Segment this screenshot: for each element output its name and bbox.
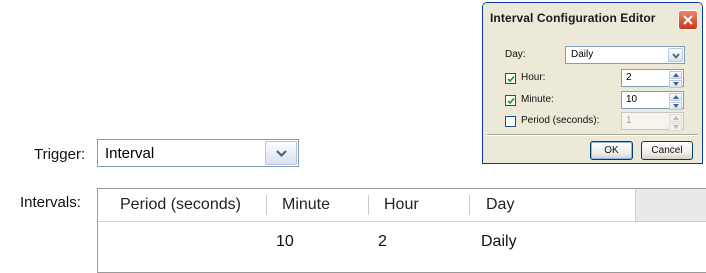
arrow-up-icon xyxy=(673,73,679,77)
spin-up-button[interactable] xyxy=(669,93,682,101)
trigger-dropdown-button[interactable] xyxy=(265,141,297,165)
chevron-down-icon xyxy=(672,53,680,59)
day-select[interactable]: Daily xyxy=(565,46,685,64)
checkmark-icon xyxy=(507,97,515,105)
minute-spin-buttons[interactable] xyxy=(669,93,682,110)
spin-up-button xyxy=(669,114,682,122)
intervals-table[interactable]: Period (seconds) Minute Hour Day 10 2 Da… xyxy=(97,188,706,273)
hour-checkbox[interactable] xyxy=(505,73,516,84)
minute-stepper[interactable]: 10 xyxy=(621,91,684,110)
period-value: 1 xyxy=(626,115,632,126)
cancel-button[interactable]: Cancel xyxy=(641,141,693,160)
day-dropdown-button[interactable] xyxy=(668,48,683,62)
cell-day: Daily xyxy=(481,233,517,250)
spin-up-button[interactable] xyxy=(669,71,682,79)
intervals-table-header: Period (seconds) Minute Hour Day xyxy=(98,189,706,222)
close-button[interactable] xyxy=(678,10,698,30)
minute-value: 10 xyxy=(626,94,638,105)
period-spin-buttons xyxy=(669,114,682,131)
trigger-label: Trigger: xyxy=(34,146,86,163)
interval-editor-dialog[interactable]: Interval Configuration Editor Day: Daily… xyxy=(482,2,703,164)
trigger-select-value: Interval xyxy=(105,145,155,162)
column-separator[interactable] xyxy=(469,195,470,215)
hour-label: Hour: xyxy=(521,72,546,83)
column-separator[interactable] xyxy=(266,195,267,215)
dialog-title: Interval Configuration Editor xyxy=(490,11,656,25)
spin-down-button[interactable] xyxy=(669,102,682,110)
hour-spin-buttons[interactable] xyxy=(669,71,682,88)
spin-down-button xyxy=(669,123,682,131)
intervals-label: Intervals: xyxy=(20,194,81,211)
arrow-down-icon xyxy=(673,82,679,86)
spin-down-button[interactable] xyxy=(669,80,682,88)
column-separator[interactable] xyxy=(368,195,369,215)
dialog-titlebar[interactable]: Interval Configuration Editor xyxy=(483,3,702,35)
trigger-select[interactable]: Interval xyxy=(97,139,299,167)
minute-label: Minute: xyxy=(521,94,554,105)
period-checkbox[interactable] xyxy=(505,116,516,127)
period-stepper: 1 xyxy=(621,112,684,131)
minute-checkbox[interactable] xyxy=(505,95,516,106)
cell-minute: 10 xyxy=(276,233,294,250)
arrow-down-icon xyxy=(673,104,679,108)
cell-hour: 2 xyxy=(378,233,387,250)
hour-stepper[interactable]: 2 xyxy=(621,69,684,88)
arrow-up-icon xyxy=(673,95,679,99)
dialog-divider xyxy=(487,134,698,136)
close-icon xyxy=(683,15,693,25)
ok-button[interactable]: OK xyxy=(590,141,633,160)
chevron-down-icon xyxy=(276,150,287,158)
arrow-up-icon xyxy=(673,116,679,120)
arrow-down-icon xyxy=(673,125,679,129)
hour-value: 2 xyxy=(626,72,632,83)
day-label: Day: xyxy=(505,49,526,60)
header-filler xyxy=(635,189,706,221)
checkmark-icon xyxy=(507,75,515,83)
day-select-value: Daily xyxy=(571,49,594,60)
period-label: Period (seconds): xyxy=(521,115,600,126)
